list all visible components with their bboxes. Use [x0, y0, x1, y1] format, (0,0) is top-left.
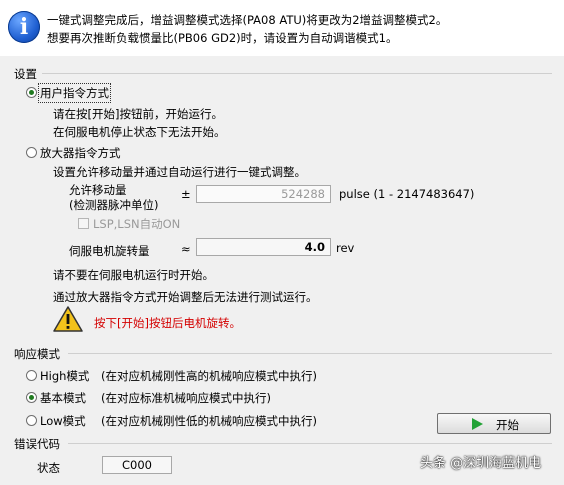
low-mode-label[interactable]: Low模式: [40, 413, 86, 429]
info-line-1: 一键式调整完成后，增益调整模式选择(PA08 ATU)将更改为2增益调整模式2。: [47, 13, 448, 27]
lsp-lsn-label: LSP,LSN自动ON: [93, 217, 181, 231]
amp-command-radio[interactable]: [26, 147, 37, 158]
settings-title: 设置: [14, 67, 37, 81]
amp-note-2: 通过放大器指令方式开始调整后无法进行测试运行。: [53, 290, 318, 304]
watermark: 头条 @深圳海蓝机电: [420, 456, 542, 471]
rotation-value-field: 4.0: [196, 238, 331, 256]
error-divider: [68, 443, 552, 444]
allow-move-sign: ±: [181, 187, 191, 201]
basic-mode-desc: (在对应标准机械响应模式中执行): [101, 391, 271, 405]
high-mode-label[interactable]: High模式: [40, 368, 89, 384]
lsp-lsn-checkbox[interactable]: [78, 218, 89, 229]
start-button[interactable]: 开始: [437, 413, 551, 434]
start-button-label: 开始: [496, 418, 519, 432]
play-icon: [472, 418, 483, 430]
allow-move-sublabel: (检测器脉冲单位): [69, 198, 159, 212]
status-value-field: C000: [102, 456, 172, 474]
warning-text: 按下[开始]按钮后电机旋转。: [94, 316, 241, 330]
high-mode-radio[interactable]: [26, 370, 37, 381]
response-title: 响应模式: [14, 347, 60, 361]
info-icon: i: [8, 11, 40, 43]
user-command-desc-2: 在伺服电机停止状态下无法开始。: [53, 125, 226, 139]
rotation-label: 伺服电机旋转量: [69, 244, 150, 258]
amp-note-1: 请不要在伺服电机运行时开始。: [53, 268, 214, 282]
high-mode-desc: (在对应机械刚性高的机械响应模式中执行): [101, 369, 317, 383]
amp-command-desc: 设置允许移动量并通过自动运行进行一键式调整。: [53, 165, 306, 179]
allow-move-unit: pulse (1 - 2147483647): [339, 187, 475, 201]
basic-mode-radio[interactable]: [26, 392, 37, 403]
info-panel: [0, 0, 564, 56]
basic-mode-label[interactable]: 基本模式: [40, 390, 86, 406]
amp-command-label[interactable]: 放大器指令方式: [40, 145, 121, 161]
rotation-unit: rev: [336, 241, 355, 255]
low-mode-radio[interactable]: [26, 415, 37, 426]
error-title: 错误代码: [14, 437, 60, 451]
warning-icon: [53, 306, 83, 332]
low-mode-desc: (在对应机械刚性低的机械响应模式中执行): [101, 414, 317, 428]
user-command-desc-1: 请在按[开始]按钮前，开始运行。: [53, 107, 223, 121]
allow-move-input[interactable]: 524288: [196, 185, 331, 203]
status-label: 状态: [37, 461, 60, 475]
settings-divider: [42, 73, 552, 74]
response-divider: [68, 353, 552, 354]
info-line-2: 想要再次推断负载惯量比(PB06 GD2)时，请设置为自动调谐模式1。: [47, 31, 398, 45]
user-command-label[interactable]: 用户指令方式: [38, 83, 111, 103]
allow-move-label: 允许移动量: [69, 183, 127, 197]
rotation-sign: ≈: [181, 242, 191, 256]
user-command-radio[interactable]: [26, 87, 37, 98]
